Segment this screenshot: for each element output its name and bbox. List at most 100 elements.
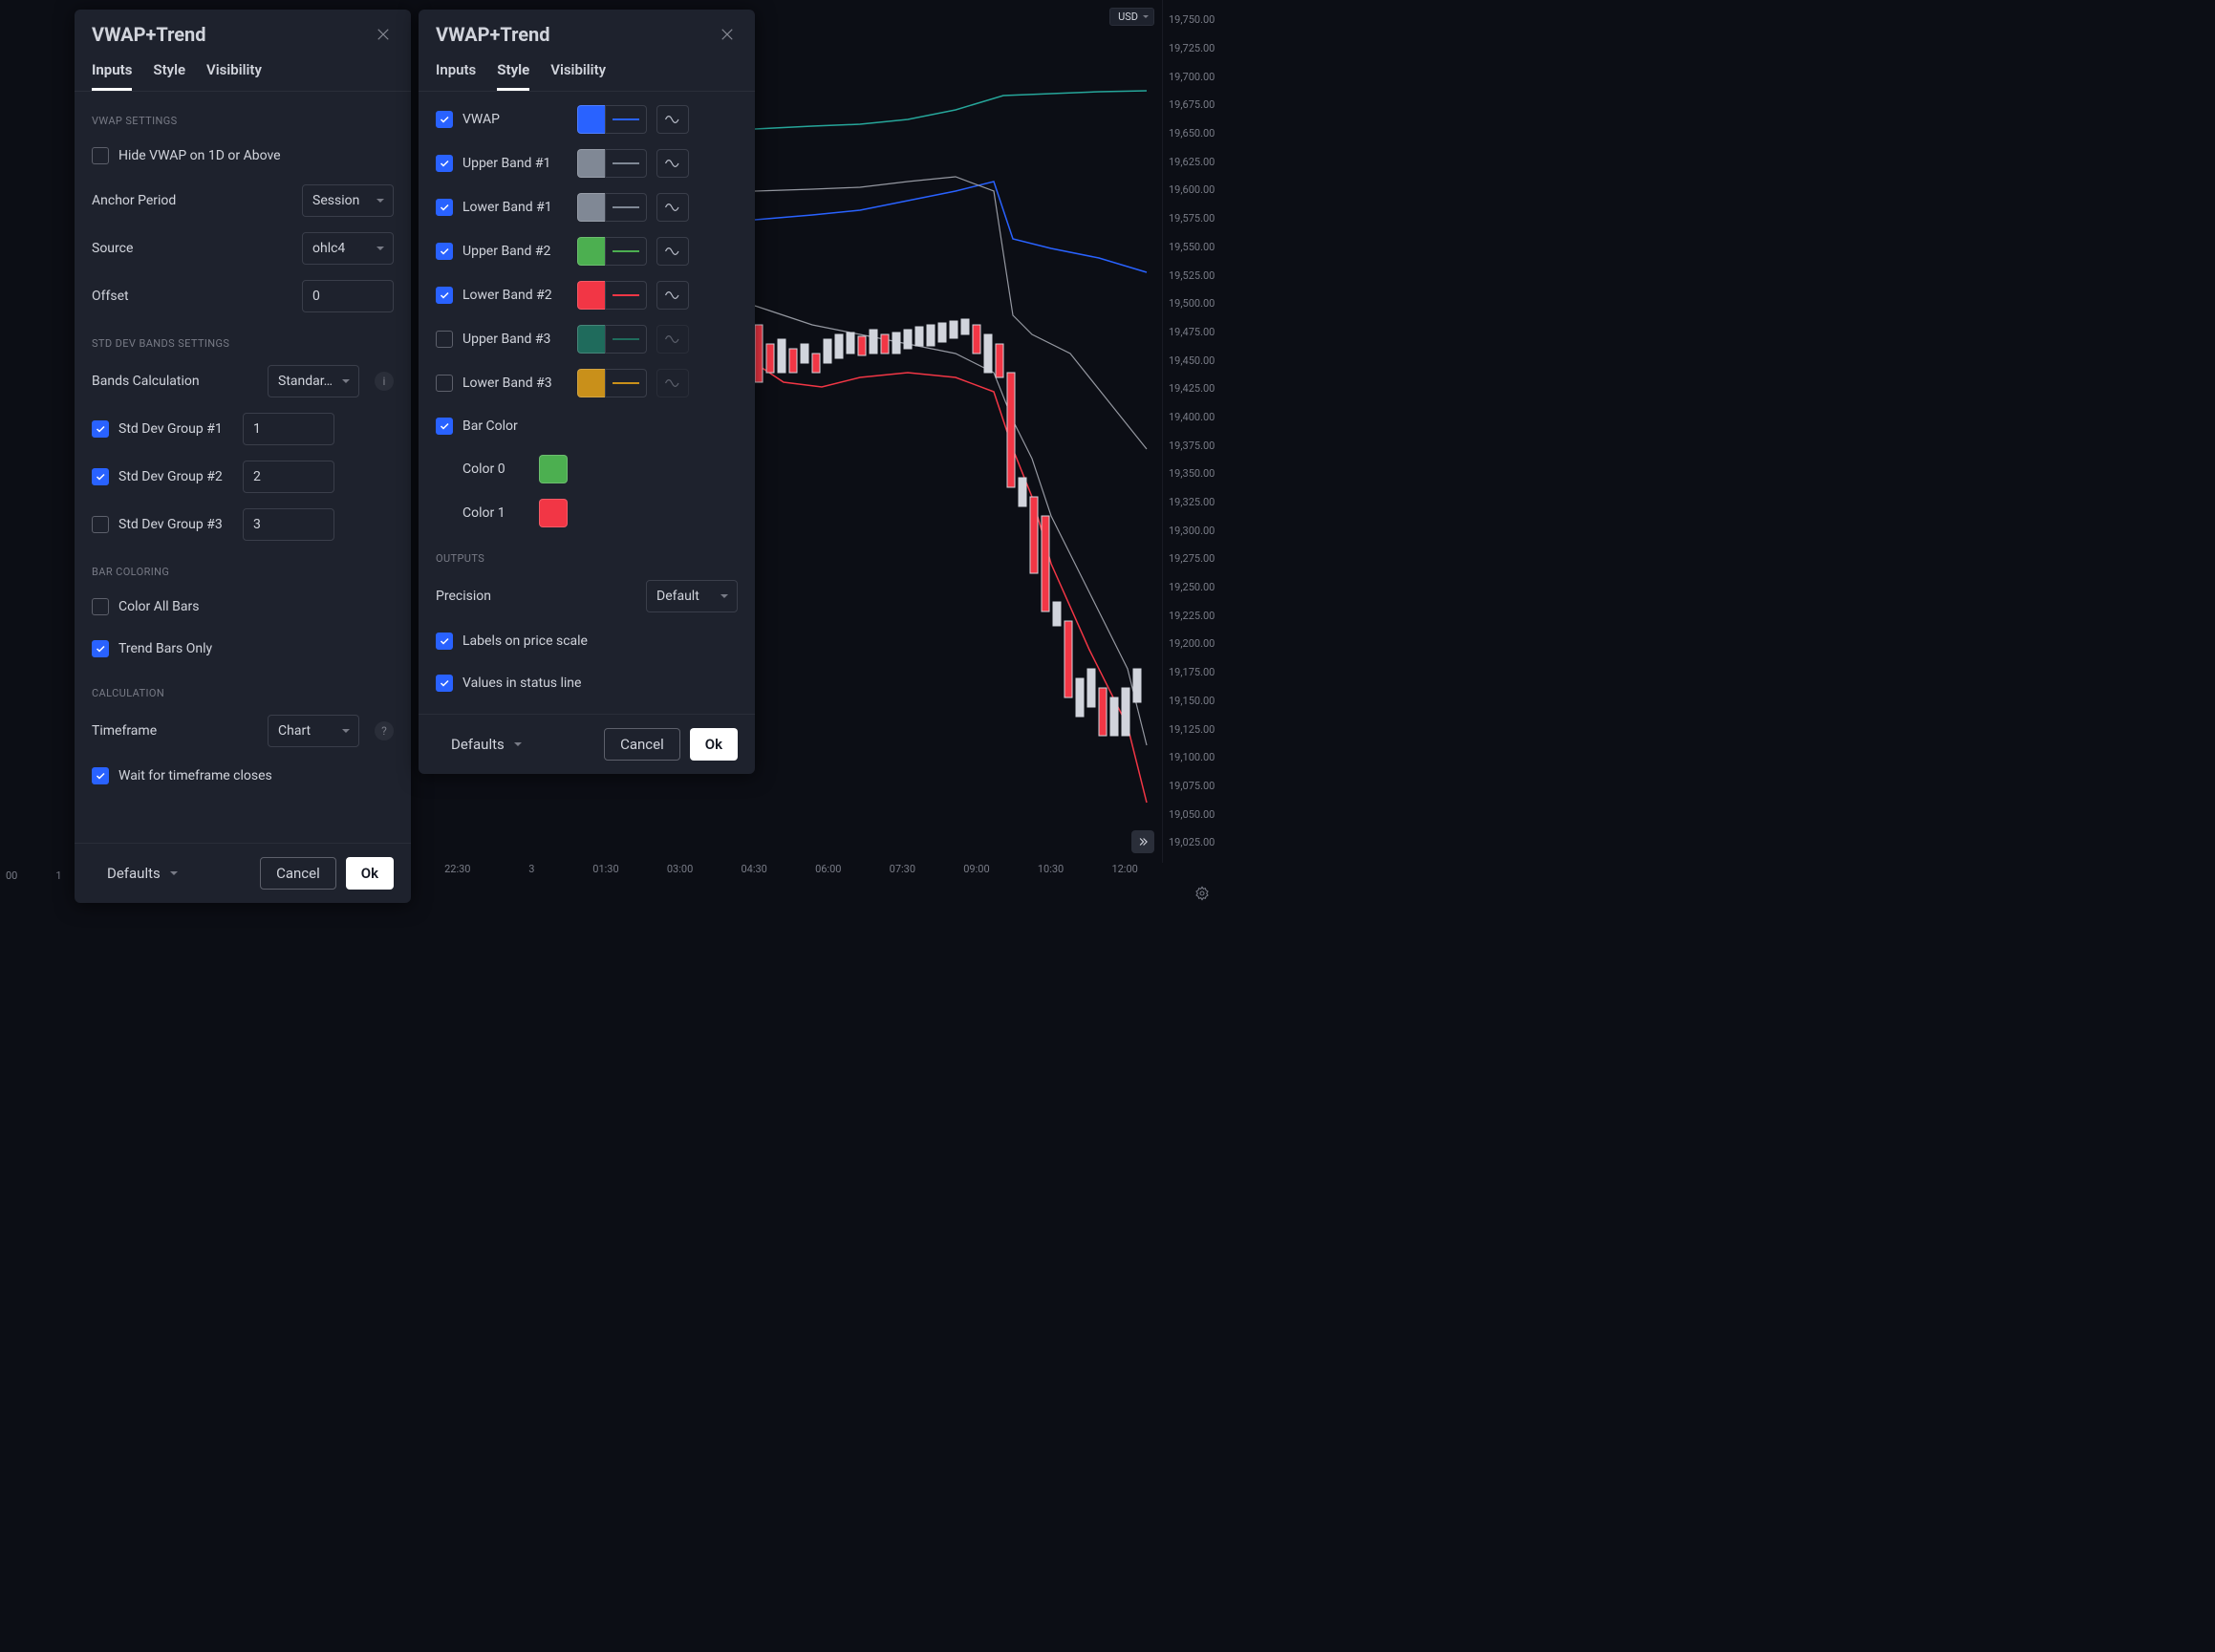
indicator-settings-dialog-style: VWAP+Trend Inputs Style Visibility VWAPU… xyxy=(419,10,755,774)
line-style-ub1[interactable] xyxy=(605,149,647,178)
price-tick: 19,725.00 xyxy=(1169,43,1214,54)
cancel-button[interactable]: Cancel xyxy=(260,857,336,890)
swatch-color0[interactable] xyxy=(539,455,568,483)
scroll-to-recent-button[interactable] xyxy=(1131,830,1154,853)
line-style-ub2[interactable] xyxy=(605,237,647,266)
indicator-settings-dialog-inputs: VWAP+Trend Inputs Style Visibility VWAP … xyxy=(75,10,411,903)
wave-icon xyxy=(664,378,681,388)
label-lb2: Lower Band #2 xyxy=(462,288,568,303)
checkbox-labels-price[interactable] xyxy=(436,633,453,650)
style-row-ub3: Upper Band #3 xyxy=(419,317,755,361)
time-tick: 22:30 xyxy=(420,863,495,882)
checkbox-std2[interactable] xyxy=(92,468,109,485)
tabs: Inputs Style Visibility xyxy=(419,50,755,92)
checkbox-ub3[interactable] xyxy=(436,331,453,348)
swatch-lb2[interactable] xyxy=(577,281,606,310)
price-tick: 19,175.00 xyxy=(1169,667,1214,677)
defaults-button[interactable]: Defaults xyxy=(92,857,185,890)
plot-style-ub1[interactable] xyxy=(656,149,689,178)
price-tick: 19,600.00 xyxy=(1169,184,1214,195)
tab-visibility[interactable]: Visibility xyxy=(550,61,606,91)
swatch-ub1[interactable] xyxy=(577,149,606,178)
swatch-lb1[interactable] xyxy=(577,193,606,222)
price-tick: 19,625.00 xyxy=(1169,157,1214,167)
time-tick: 07:30 xyxy=(866,863,940,882)
line-style-ub3[interactable] xyxy=(605,325,647,354)
price-tick: 19,525.00 xyxy=(1169,270,1214,281)
checkbox-color-all[interactable] xyxy=(92,598,109,615)
select-bands-calc[interactable]: Standar… xyxy=(268,365,359,397)
time-tick: 12:00 xyxy=(1087,863,1162,882)
price-tick: 19,075.00 xyxy=(1169,781,1214,791)
checkbox-wait-close[interactable] xyxy=(92,767,109,784)
label-std3: Std Dev Group #3 xyxy=(118,517,233,532)
checkbox-ub1[interactable] xyxy=(436,155,453,172)
label-lb1: Lower Band #1 xyxy=(462,200,568,215)
input-std1[interactable]: 1 xyxy=(243,413,334,445)
line-style-lb3[interactable] xyxy=(605,369,647,397)
help-icon[interactable]: i xyxy=(375,372,394,391)
checkbox-lb2[interactable] xyxy=(436,287,453,304)
price-tick: 19,550.00 xyxy=(1169,242,1214,252)
swatch-lb3[interactable] xyxy=(577,369,606,397)
checkbox-std3[interactable] xyxy=(92,516,109,533)
select-precision[interactable]: Default xyxy=(646,580,738,612)
input-std2[interactable]: 2 xyxy=(243,461,334,493)
tab-inputs[interactable]: Inputs xyxy=(436,61,476,91)
section-bar-coloring: BAR COLORING xyxy=(75,548,411,586)
plot-style-lb1[interactable] xyxy=(656,193,689,222)
label-bar-color: Bar Color xyxy=(462,418,738,434)
checkbox-hide-vwap[interactable] xyxy=(92,147,109,164)
swatch-vwap[interactable] xyxy=(577,105,606,134)
select-timeframe[interactable]: Chart xyxy=(268,715,359,747)
checkbox-bar-color[interactable] xyxy=(436,418,453,435)
select-anchor-period[interactable]: Session xyxy=(302,184,394,217)
cancel-button[interactable]: Cancel xyxy=(604,728,680,761)
swatch-color1[interactable] xyxy=(539,499,568,527)
defaults-button[interactable]: Defaults xyxy=(436,728,529,761)
price-tick: 19,750.00 xyxy=(1169,14,1214,25)
line-style-lb1[interactable] xyxy=(605,193,647,222)
style-row-lb2: Lower Band #2 xyxy=(419,273,755,317)
plot-style-vwap[interactable] xyxy=(656,105,689,134)
price-tick: 19,450.00 xyxy=(1169,355,1214,366)
checkbox-lb3[interactable] xyxy=(436,375,453,392)
tab-inputs[interactable]: Inputs xyxy=(92,61,132,91)
price-tick: 19,475.00 xyxy=(1169,327,1214,337)
checkbox-values-status[interactable] xyxy=(436,675,453,692)
plot-style-lb2[interactable] xyxy=(656,281,689,310)
checkbox-ub2[interactable] xyxy=(436,243,453,260)
checkbox-lb1[interactable] xyxy=(436,199,453,216)
input-std3[interactable]: 3 xyxy=(243,508,334,541)
ok-button[interactable]: Ok xyxy=(690,728,738,761)
help-icon[interactable]: ? xyxy=(375,721,394,740)
input-offset[interactable]: 0 xyxy=(302,280,394,312)
plot-style-ub3 xyxy=(656,325,689,354)
chart-settings-icon[interactable] xyxy=(1193,884,1212,903)
time-tick: 01:30 xyxy=(569,863,643,882)
tab-visibility[interactable]: Visibility xyxy=(206,61,262,91)
close-button[interactable] xyxy=(373,24,394,45)
select-source[interactable]: ohlc4 xyxy=(302,232,394,265)
tab-style[interactable]: Style xyxy=(153,61,185,91)
time-tick: 04:30 xyxy=(717,863,791,882)
close-button[interactable] xyxy=(717,24,738,45)
price-tick: 19,025.00 xyxy=(1169,837,1214,847)
wave-icon xyxy=(664,247,681,256)
price-tick: 19,350.00 xyxy=(1169,468,1214,479)
checkbox-vwap[interactable] xyxy=(436,111,453,128)
tab-style[interactable]: Style xyxy=(497,61,529,91)
line-style-vwap[interactable] xyxy=(605,105,647,134)
checkbox-trend-only[interactable] xyxy=(92,640,109,657)
line-style-lb2[interactable] xyxy=(605,281,647,310)
dialog-title: VWAP+Trend xyxy=(436,23,550,46)
swatch-ub3[interactable] xyxy=(577,325,606,354)
plot-style-ub2[interactable] xyxy=(656,237,689,266)
ok-button[interactable]: Ok xyxy=(346,857,394,890)
checkbox-std1[interactable] xyxy=(92,420,109,438)
price-tick: 19,200.00 xyxy=(1169,638,1214,649)
close-icon xyxy=(719,26,736,43)
swatch-ub2[interactable] xyxy=(577,237,606,266)
currency-selector[interactable]: USD xyxy=(1109,8,1154,26)
label-color1: Color 1 xyxy=(462,505,529,521)
